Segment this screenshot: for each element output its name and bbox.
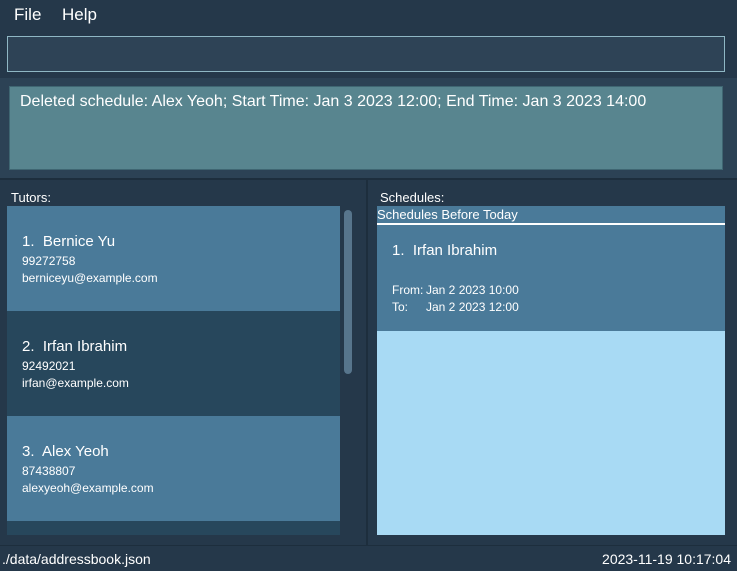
status-timestamp: 2023-11-19 10:17:04 bbox=[602, 551, 731, 567]
status-file-path: ./data/addressbook.json bbox=[2, 551, 151, 567]
result-panel: Deleted schedule: Alex Yeoh; Start Time:… bbox=[0, 78, 737, 178]
tutor-card[interactable]: 1. Bernice Yu 99272758 berniceyu@example… bbox=[7, 206, 340, 311]
tutor-name: 2. Irfan Ibrahim bbox=[22, 338, 128, 355]
scrollbar-thumb[interactable] bbox=[344, 210, 352, 374]
tutor-phone: 92492021 bbox=[22, 359, 76, 373]
tutor-card[interactable]: 3. Alex Yeoh 87438807 alexyeoh@example.c… bbox=[7, 416, 340, 521]
tutor-panel: Tutors: 1. Bernice Yu 99272758 berniceyu… bbox=[0, 180, 366, 545]
schedule-panel: Schedules: Schedules Before Today 1. Irf… bbox=[368, 180, 737, 545]
schedule-card[interactable]: 1. Irfan Ibrahim From: Jan 2 2023 10:00 T… bbox=[377, 225, 725, 331]
menu-help[interactable]: Help bbox=[62, 5, 97, 25]
menu-bar: File Help bbox=[0, 0, 737, 30]
result-display: Deleted schedule: Alex Yeoh; Start Time:… bbox=[9, 86, 723, 170]
result-message: Deleted schedule: Alex Yeoh; Start Time:… bbox=[20, 93, 647, 110]
command-input[interactable] bbox=[8, 37, 724, 71]
tutor-card[interactable] bbox=[7, 521, 340, 535]
schedule-to: To: Jan 2 2023 12:00 bbox=[392, 300, 519, 314]
tutor-email: berniceyu@example.com bbox=[22, 271, 158, 285]
schedules-label: Schedules: bbox=[380, 190, 445, 205]
tutor-name: 3. Alex Yeoh bbox=[22, 443, 109, 460]
tutor-phone: 87438807 bbox=[22, 464, 76, 478]
schedule-from: From: Jan 2 2023 10:00 bbox=[392, 283, 519, 297]
schedule-section-header: Schedules Before Today bbox=[377, 206, 725, 225]
tutor-phone: 99272758 bbox=[22, 254, 76, 268]
menu-file[interactable]: File bbox=[14, 5, 41, 25]
schedule-list[interactable]: Schedules Before Today 1. Irfan Ibrahim … bbox=[377, 206, 725, 535]
tutor-email: alexyeoh@example.com bbox=[22, 481, 154, 495]
schedule-section-title: Schedules Before Today bbox=[377, 207, 518, 222]
tutor-scrollbar[interactable] bbox=[342, 206, 354, 535]
tutor-list[interactable]: 1. Bernice Yu 99272758 berniceyu@example… bbox=[7, 206, 340, 535]
status-bar: ./data/addressbook.json 2023-11-19 10:17… bbox=[0, 545, 737, 571]
schedule-tutor-name: 1. Irfan Ibrahim bbox=[392, 242, 498, 259]
tutor-name: 1. Bernice Yu bbox=[22, 233, 116, 250]
tutor-card[interactable]: 2. Irfan Ibrahim 92492021 irfan@example.… bbox=[7, 311, 340, 416]
tutors-label: Tutors: bbox=[11, 190, 51, 205]
command-box bbox=[7, 36, 725, 72]
tutor-email: irfan@example.com bbox=[22, 376, 129, 390]
